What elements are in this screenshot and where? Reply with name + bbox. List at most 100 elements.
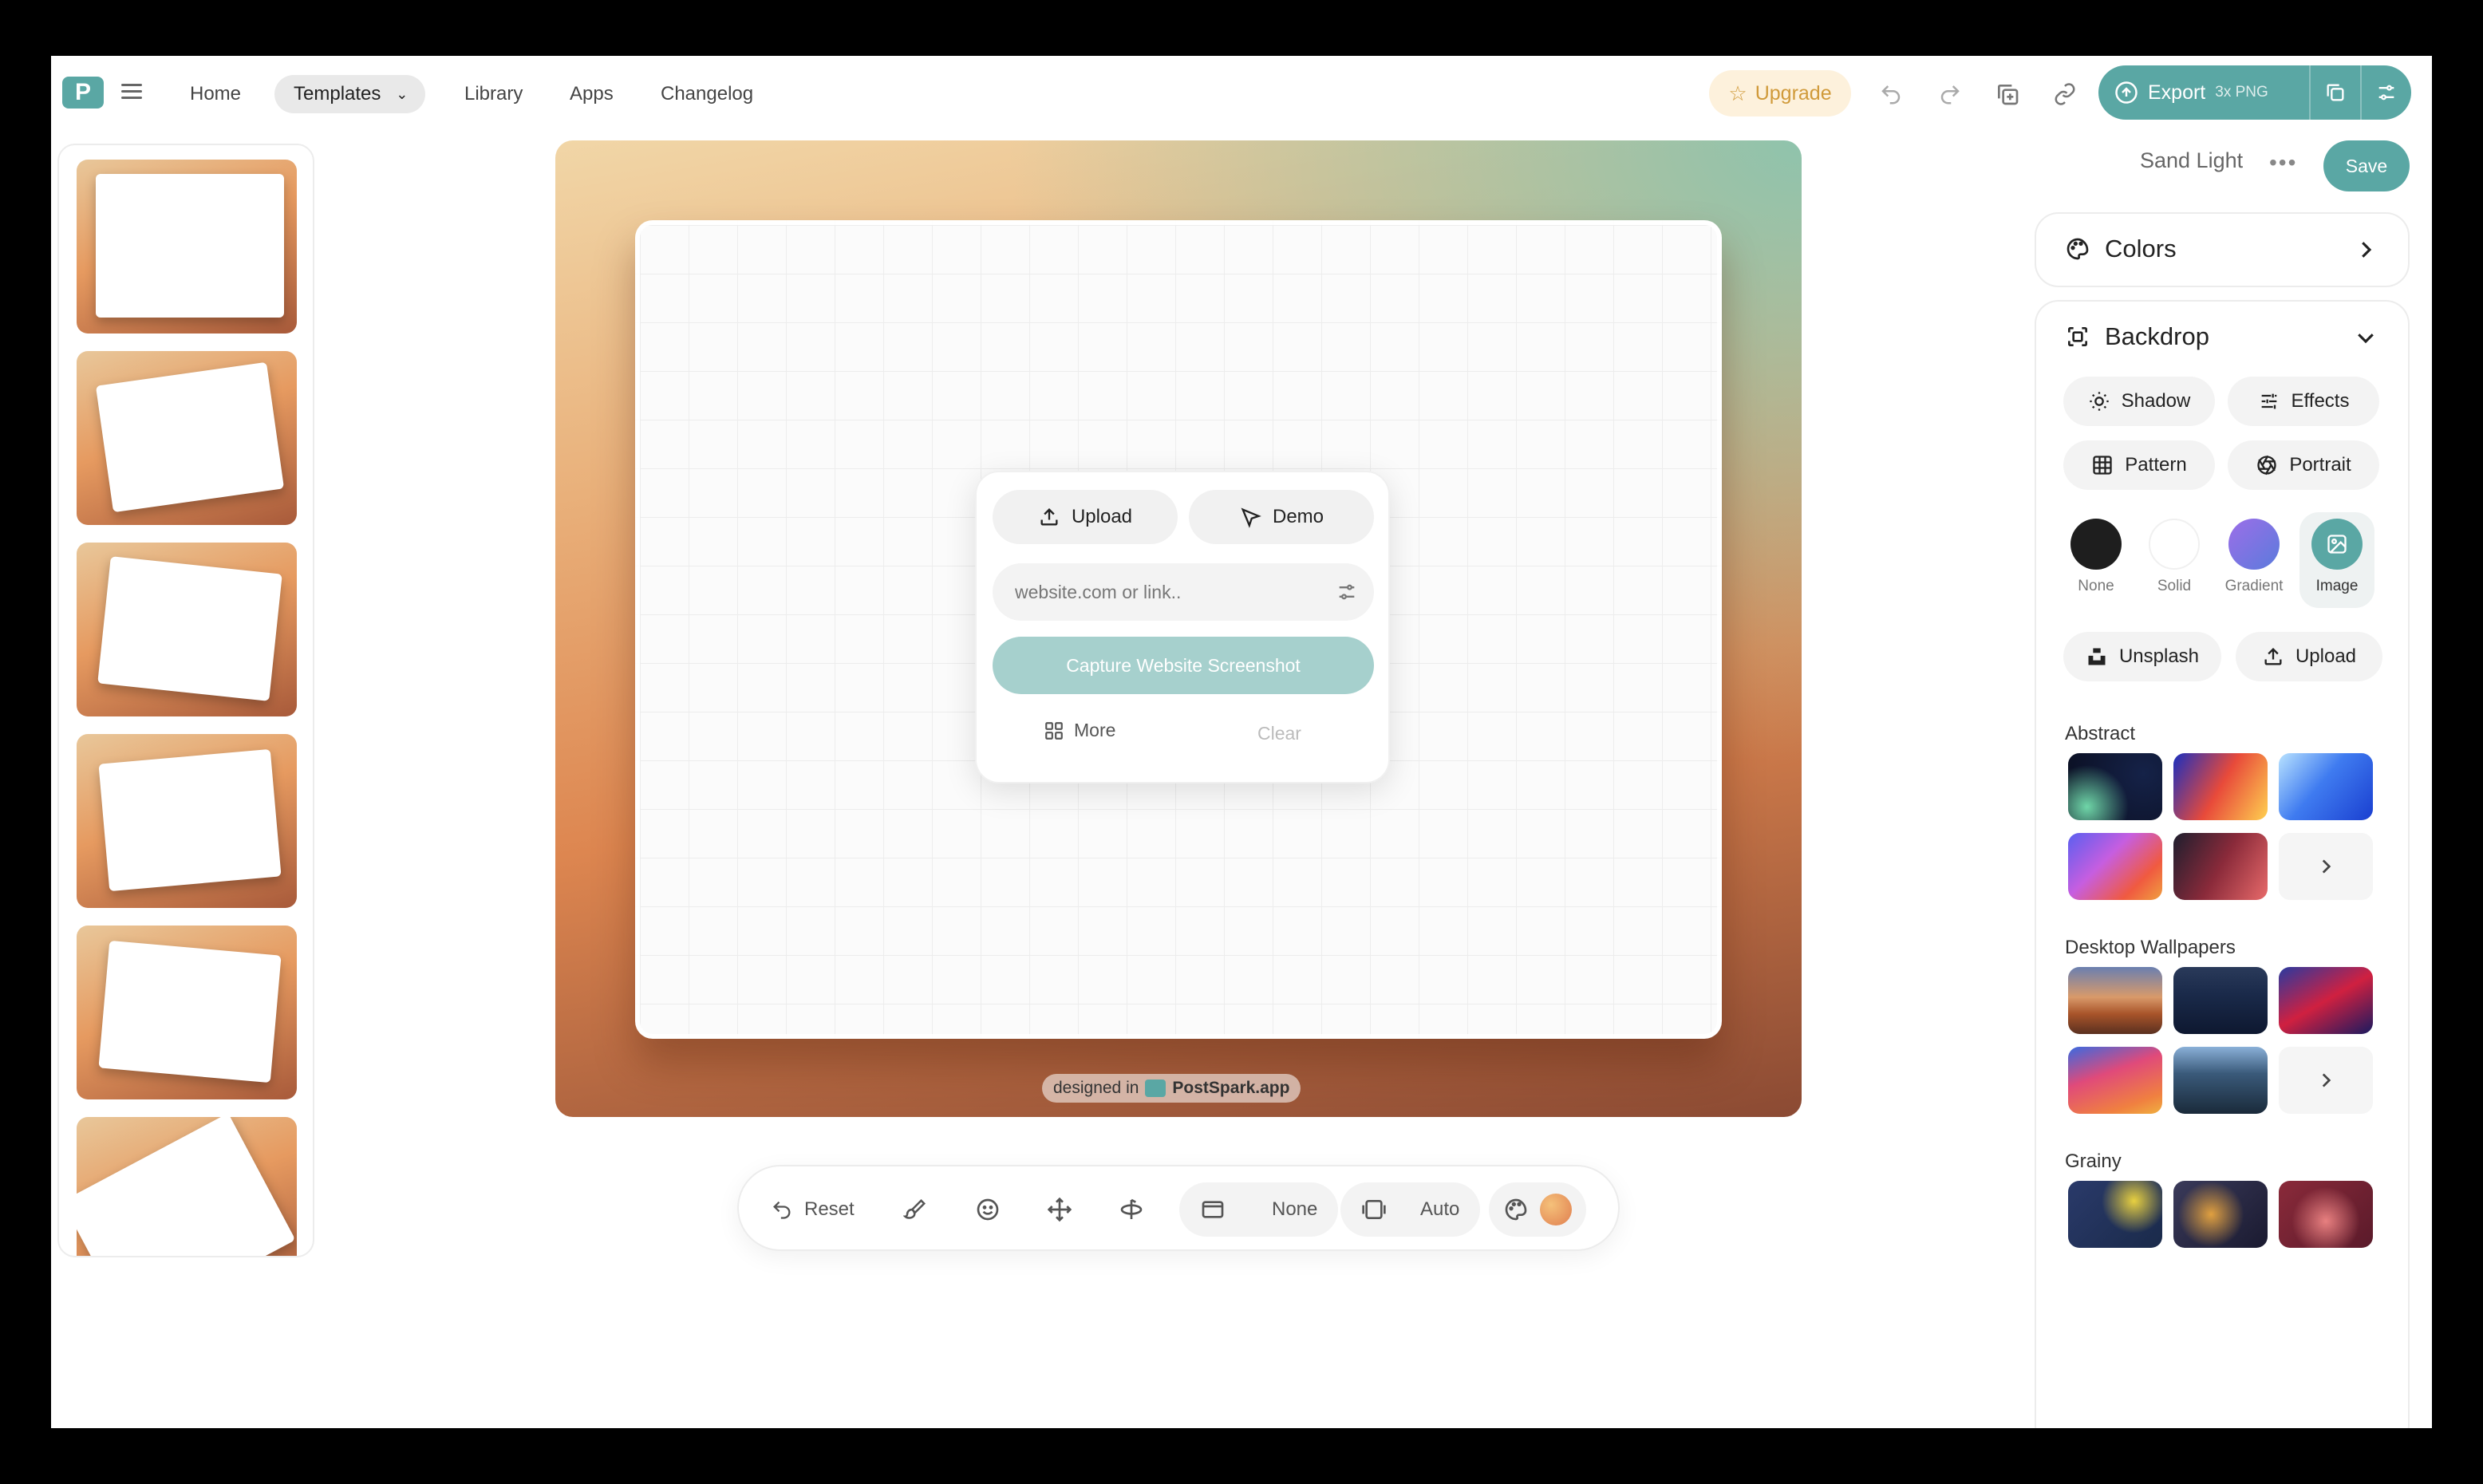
colors-header: Colors (2065, 235, 2177, 263)
nav-templates[interactable]: Templates ⌄ (274, 75, 426, 113)
background-thumb[interactable] (2173, 967, 2268, 1034)
size-select[interactable]: Auto (1340, 1182, 1481, 1237)
sliders-icon (2378, 85, 2394, 101)
shadow-option[interactable]: Shadow (2063, 377, 2215, 426)
backdrop-title: Backdrop (2105, 322, 2209, 350)
bottom-toolbar: Reset None Auto (737, 1165, 1620, 1251)
solid-swatch (2149, 519, 2200, 570)
more-wallpapers-button[interactable] (2279, 1047, 2373, 1114)
effects-option[interactable]: Effects (2228, 377, 2379, 426)
export-group: Export 3x PNG (2098, 65, 2411, 120)
frame-style-select[interactable]: None (1179, 1182, 1339, 1237)
menu-icon[interactable] (118, 80, 145, 104)
templates-sidebar (57, 144, 314, 1257)
template-card (77, 1117, 296, 1256)
postspark-logo[interactable]: P (62, 77, 104, 109)
background-thumb[interactable] (2068, 1047, 2162, 1114)
capture-screenshot-button[interactable]: Capture Website Screenshot (993, 637, 1374, 694)
copy-icon (2327, 84, 2344, 101)
colors-card[interactable]: Colors (2035, 212, 2410, 287)
more-options-icon[interactable]: ••• (2269, 150, 2297, 176)
pattern-label: Pattern (2125, 454, 2187, 476)
nav-home[interactable]: Home (171, 75, 260, 113)
background-thumb[interactable] (2068, 967, 2162, 1034)
background-thumb[interactable] (2279, 967, 2373, 1034)
section-desktop-wallpapers: Desktop Wallpapers (2065, 937, 2236, 958)
background-thumb[interactable] (2068, 1181, 2162, 1248)
background-thumb[interactable] (2279, 753, 2373, 820)
template-card (98, 940, 282, 1083)
background-thumb[interactable] (2173, 833, 2268, 900)
background-thumb[interactable] (2068, 833, 2162, 900)
redo-icon[interactable] (1931, 75, 1969, 113)
export-settings-button[interactable] (2360, 65, 2411, 120)
fill-none[interactable]: None (2059, 512, 2134, 608)
chevron-right-icon (2362, 242, 2372, 258)
background-thumb[interactable] (2068, 753, 2162, 820)
fill-solid[interactable]: Solid (2137, 512, 2212, 608)
add-copy-icon[interactable] (1988, 75, 2027, 113)
background-thumb[interactable] (2173, 753, 2268, 820)
upgrade-button[interactable]: ☆ Upgrade (1709, 70, 1851, 116)
template-thumb[interactable] (77, 351, 297, 525)
unsplash-label: Unsplash (2118, 645, 2200, 667)
nav-changelog[interactable]: Changelog (641, 75, 772, 113)
template-thumb[interactable] (77, 160, 297, 334)
template-card (96, 174, 284, 318)
url-input[interactable]: website.com or link.. (993, 563, 1374, 621)
portrait-label: Portrait (2289, 454, 2351, 476)
none-swatch (2070, 519, 2122, 570)
device-icon (1362, 1200, 1386, 1219)
top-navbar: P Home Templates ⌄ Library Apps Changelo… (51, 56, 2432, 129)
chevron-down-icon[interactable] (2354, 326, 2378, 349)
template-thumb[interactable] (77, 734, 297, 908)
background-thumb[interactable] (2173, 1047, 2268, 1114)
template-thumb[interactable] (77, 1117, 297, 1256)
fill-image[interactable]: Image (2299, 512, 2374, 608)
upload-icon (2264, 648, 2282, 665)
watermark: designed in PostSpark.app (1042, 1074, 1301, 1103)
emoji-icon[interactable] (975, 1182, 1001, 1237)
move-icon[interactable] (1047, 1182, 1072, 1237)
export-button[interactable]: Export 3x PNG (2098, 81, 2309, 105)
reset-button[interactable]: Reset (771, 1182, 855, 1237)
nav-apps[interactable]: Apps (551, 75, 633, 113)
portrait-option[interactable]: Portrait (2228, 440, 2379, 490)
upload-background-button[interactable]: Upload (2236, 632, 2382, 681)
template-thumb[interactable] (77, 543, 297, 716)
brush-icon[interactable] (903, 1182, 927, 1237)
background-thumb[interactable] (2173, 1181, 2268, 1248)
postspark-logo-icon (1145, 1079, 1166, 1097)
nav-templates-label: Templates (294, 83, 381, 105)
template-card (97, 556, 282, 701)
star-icon: ☆ (1728, 81, 1747, 105)
save-button[interactable]: Save (2323, 140, 2410, 191)
upload-icon (1040, 508, 1058, 526)
template-thumb[interactable] (77, 926, 297, 1099)
pattern-option[interactable]: Pattern (2063, 440, 2215, 490)
preset-name[interactable]: Sand Light (2140, 148, 2243, 173)
demo-button[interactable]: Demo (1189, 490, 1374, 544)
nav-library[interactable]: Library (445, 75, 542, 113)
sliders-icon[interactable] (1336, 581, 1358, 603)
image-swatch (2311, 519, 2363, 570)
fill-solid-label: Solid (2157, 578, 2192, 594)
copy-button[interactable] (2309, 65, 2360, 120)
background-thumb[interactable] (2279, 1181, 2373, 1248)
section-grainy: Grainy (2065, 1150, 2122, 1172)
link-icon[interactable] (2046, 75, 2084, 113)
demo-label: Demo (1272, 506, 1324, 527)
frame-style-value: None (1272, 1198, 1318, 1220)
color-theme-select[interactable] (1489, 1182, 1586, 1237)
upload-button[interactable]: Upload (993, 490, 1178, 544)
rotate-3d-icon[interactable] (1119, 1182, 1144, 1237)
unsplash-button[interactable]: Unsplash (2063, 632, 2221, 681)
fill-gradient[interactable]: Gradient (2217, 512, 2292, 608)
more-abstract-button[interactable] (2279, 833, 2373, 900)
clear-button[interactable]: Clear (1257, 723, 1301, 744)
more-label: More (1074, 720, 1116, 740)
backdrop-header[interactable]: Backdrop (2065, 322, 2209, 351)
undo-icon[interactable] (1872, 75, 1910, 113)
cursor-icon (1241, 507, 1261, 528)
more-button[interactable]: More (1044, 720, 1115, 741)
